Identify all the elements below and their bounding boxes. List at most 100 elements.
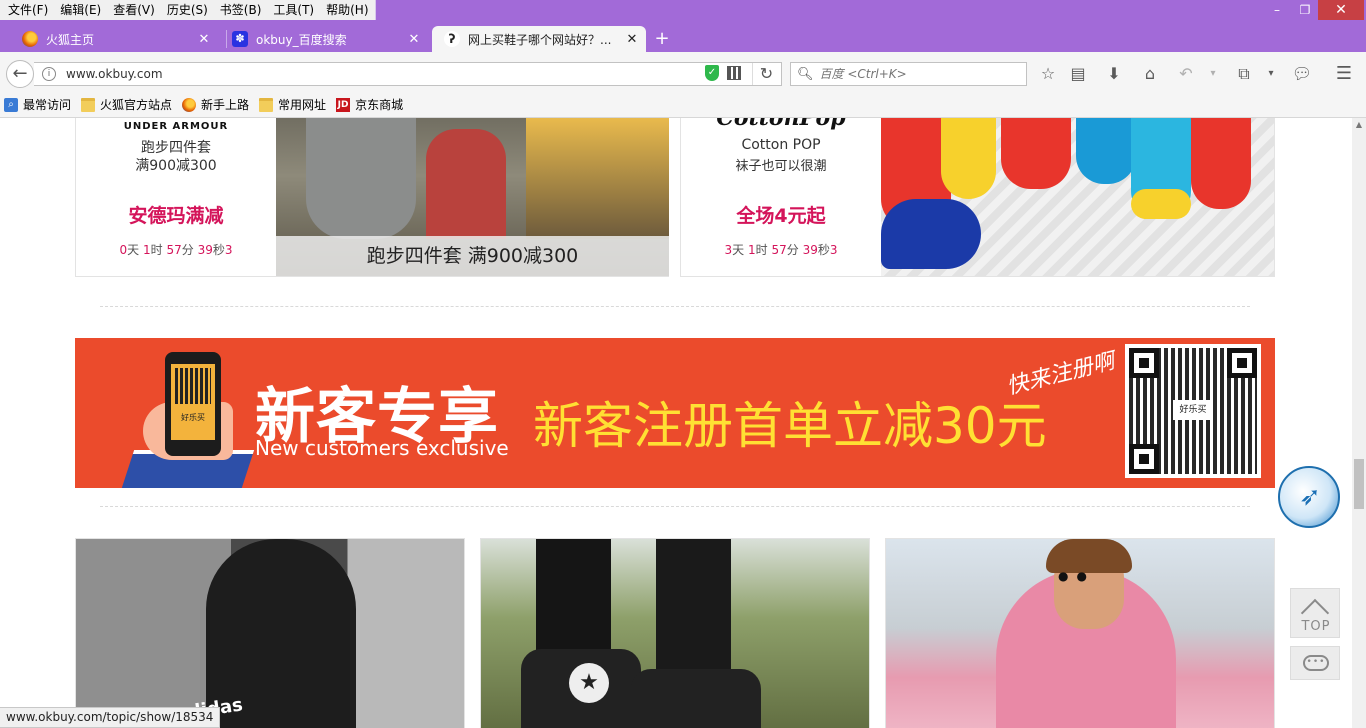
- hamburger-menu-icon[interactable]: ☰: [1333, 64, 1355, 84]
- close-window-button[interactable]: ✕: [1318, 0, 1364, 20]
- top-label: TOP: [1301, 619, 1331, 634]
- undo-dropdown-icon[interactable]: ▾: [1202, 64, 1224, 84]
- bookmark-star-icon[interactable]: ☆: [1037, 64, 1059, 84]
- okbuy-icon: ʔ: [444, 31, 460, 47]
- phone-logo: 好乐买: [181, 413, 205, 422]
- search-input[interactable]: [819, 67, 1020, 81]
- runner-figure: [426, 129, 506, 239]
- timer-tenths: 3: [224, 243, 233, 257]
- new-tab-button[interactable]: +: [652, 26, 672, 52]
- page-content: UNDER ARMOUR 跑步四件套 满900减300 安德玛满减 0天 1时 …: [0, 118, 1352, 728]
- bookmark-most-visited[interactable]: ⌕ 最常访问: [4, 96, 71, 113]
- bookmark-firefox-official[interactable]: 火狐官方站点: [81, 96, 172, 113]
- banner-offer: 新客注册首单立减30元: [533, 397, 1047, 455]
- phone-qr-code: [175, 368, 211, 404]
- status-bar-link: www.okbuy.com/topic/show/18534: [0, 707, 221, 728]
- product-photo-backpack[interactable]: adidas: [75, 538, 465, 728]
- minimize-button[interactable]: –: [1262, 0, 1292, 20]
- bookmark-getting-started[interactable]: 新手上路: [182, 96, 249, 113]
- promo-title: 安德玛满减: [128, 205, 224, 227]
- menu-tools[interactable]: 工具(T): [267, 0, 320, 20]
- bird-assistant-button[interactable]: ➶: [1278, 466, 1340, 528]
- shield-icon[interactable]: ✓: [705, 65, 719, 81]
- qr-finder: [1129, 348, 1159, 378]
- qr-finder: [1129, 444, 1159, 474]
- timer-seconds: 39: [802, 243, 818, 257]
- search-bar[interactable]: 🔍︎: [790, 62, 1027, 86]
- back-to-top-button[interactable]: TOP: [1290, 588, 1340, 638]
- timer-seconds: 39: [197, 243, 213, 257]
- product-photo-shirt[interactable]: ●●: [885, 538, 1275, 728]
- sock-blue: [1076, 118, 1136, 184]
- tab-separator: [226, 30, 227, 48]
- runner-figure: [306, 118, 416, 239]
- sock-heel: [1131, 189, 1191, 219]
- bookmark-jd[interactable]: JD 京东商城: [336, 96, 403, 113]
- bookmark-label: 常用网址: [278, 98, 327, 112]
- tab-baidu-search[interactable]: ✽ okbuy_百度搜索 ✕: [232, 26, 428, 52]
- timer-minutes: 57: [771, 243, 787, 257]
- url-input[interactable]: [66, 67, 781, 81]
- most-visited-icon: ⌕: [4, 97, 18, 112]
- tab-okbuy-active[interactable]: ʔ 网上买鞋子哪个网站好？... ✕: [432, 26, 646, 52]
- timer-tenths: 3: [829, 243, 838, 257]
- menu-edit[interactable]: 编辑(E): [54, 0, 107, 20]
- countdown-timer: 0天 1时 57分 39秒3: [76, 241, 276, 258]
- promo-card-cotton-pop[interactable]: CottonPop Cotton POP 袜子也可以很潮 全场4元起 3天 1时…: [680, 118, 1275, 277]
- brand-logo-cotton-pop: CottonPop: [716, 118, 846, 131]
- screenshot-crop-icon[interactable]: ⧉: [1233, 64, 1255, 84]
- crop-dropdown-icon[interactable]: ▾: [1260, 64, 1282, 84]
- site-info-icon[interactable]: i: [42, 67, 56, 81]
- promo-line1: Cotton POP: [741, 137, 821, 153]
- tab-firefox-home[interactable]: 火狐主页 ✕: [22, 26, 218, 52]
- promo-info: UNDER ARMOUR 跑步四件套 满900减300 安德玛满减 0天 1时 …: [76, 118, 276, 276]
- reload-button[interactable]: ↻: [752, 63, 780, 85]
- home-icon[interactable]: ⌂: [1139, 64, 1161, 84]
- menu-history[interactable]: 历史(S): [161, 0, 214, 20]
- sneaker-figure: [631, 669, 761, 728]
- close-tab-icon[interactable]: ✕: [624, 32, 640, 47]
- url-bar[interactable]: i: [34, 62, 782, 86]
- hair-figure: [1046, 539, 1132, 573]
- reading-list-icon[interactable]: ▤: [1067, 64, 1089, 84]
- timer-minutes: 57: [166, 243, 182, 257]
- timer-unit: 秒: [212, 243, 225, 257]
- menu-bookmarks[interactable]: 书签(B): [214, 0, 268, 20]
- back-button[interactable]: ←: [6, 60, 34, 88]
- maximize-button[interactable]: ❐: [1290, 0, 1320, 20]
- sunglasses-icon: ●●: [1058, 569, 1095, 583]
- jd-icon: JD: [336, 97, 351, 112]
- scroll-up-arrow-icon[interactable]: ▲: [1352, 118, 1366, 132]
- banner-subtitle: New customers exclusive: [255, 436, 509, 460]
- close-tab-icon[interactable]: ✕: [196, 32, 212, 47]
- sock-navy: [881, 199, 981, 269]
- new-customer-banner[interactable]: 好乐买 新客专享 New customers exclusive 新客注册首单立…: [75, 338, 1275, 488]
- undo-icon[interactable]: ↶: [1175, 64, 1197, 84]
- baidu-paw-icon: ✽: [232, 31, 248, 47]
- qr-code-icon[interactable]: [727, 66, 741, 80]
- sock-yellow: [941, 118, 996, 199]
- sock-red: [1001, 118, 1071, 189]
- chat-button[interactable]: •••: [1290, 646, 1340, 680]
- timer-days: 3: [724, 243, 733, 257]
- menu-view[interactable]: 查看(V): [107, 0, 161, 20]
- promo-image-socks[interactable]: [881, 118, 1274, 276]
- bookmark-common-sites[interactable]: 常用网址: [259, 96, 326, 113]
- promo-image-runners[interactable]: 跑步四件套 满900减300: [276, 118, 669, 276]
- timer-unit: 天: [127, 243, 140, 257]
- promo-card-under-armour[interactable]: UNDER ARMOUR 跑步四件套 满900减300 安德玛满减 0天 1时 …: [75, 118, 669, 277]
- page-scrollbar[interactable]: ▲: [1352, 118, 1366, 728]
- scroll-thumb[interactable]: [1354, 459, 1364, 509]
- chat-icon: •••: [1303, 655, 1329, 671]
- chat-bubble-icon[interactable]: 💬︎: [1291, 64, 1313, 84]
- menu-file[interactable]: 文件(F): [2, 0, 54, 20]
- menu-help[interactable]: 帮助(H): [320, 0, 374, 20]
- bookmark-label: 京东商城: [355, 98, 404, 112]
- close-tab-icon[interactable]: ✕: [406, 32, 422, 47]
- banner-script-text: 快来注册啊: [1004, 348, 1118, 400]
- timer-unit: 时: [755, 243, 768, 257]
- promo-line2: 袜子也可以很潮: [735, 159, 827, 174]
- promo-title: 全场4元起: [736, 205, 826, 227]
- download-icon[interactable]: ⬇: [1103, 64, 1125, 84]
- product-photo-sneakers[interactable]: ★: [480, 538, 870, 728]
